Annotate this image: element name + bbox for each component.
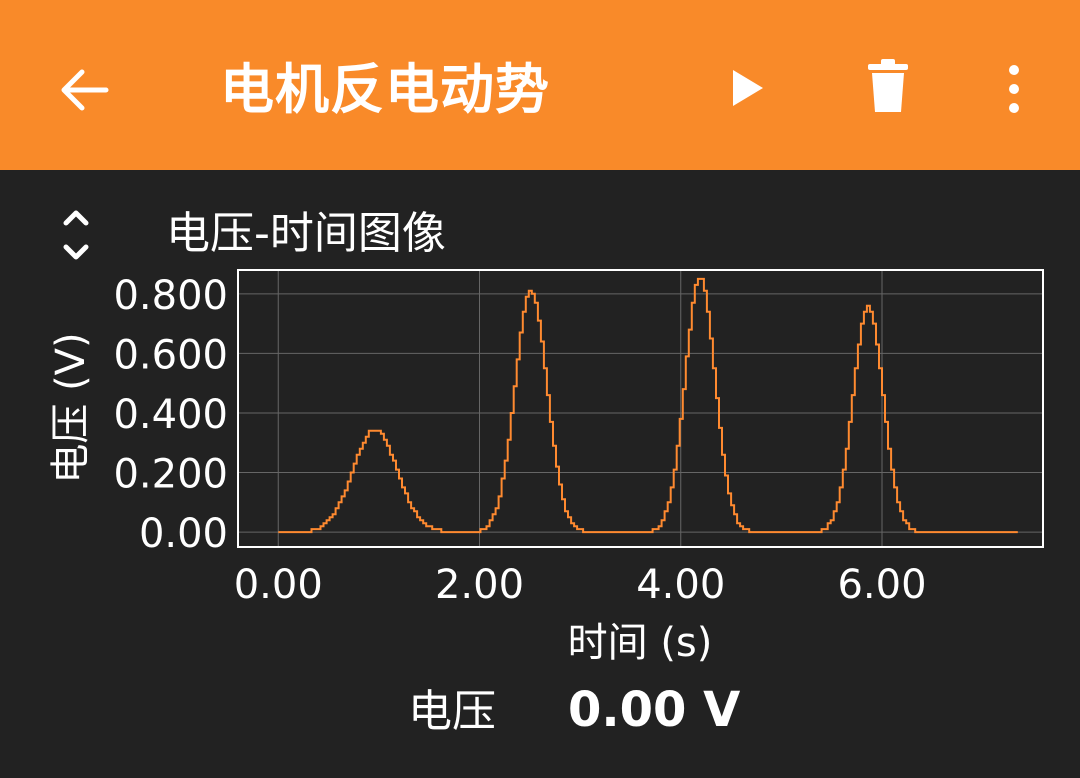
x-tick-label: 2.00 — [435, 562, 524, 608]
chart-grid — [238, 270, 1043, 547]
x-tick-label: 6.00 — [837, 562, 926, 608]
y-tick-label: 0.400 — [113, 392, 228, 438]
series-line — [278, 277, 1018, 534]
x-axis-label: 时间 (s) — [568, 620, 713, 666]
voltage-time-chart: 0.00 0.200 0.400 0.600 0.800 0.00 2.00 4.00 6.0… — [48, 269, 1044, 666]
y-tick-label: 0.200 — [113, 452, 228, 498]
y-tick-label: 0.800 — [113, 273, 228, 319]
x-tick-label: 4.00 — [636, 562, 725, 608]
y-tick-label: 0.600 — [113, 332, 228, 378]
y-tick-label: 0.00 — [139, 511, 228, 557]
reading-label: 电压 — [408, 686, 496, 737]
y-axis-label: 电压 (V) — [48, 332, 94, 483]
x-tick-labels: 0.00 2.00 4.00 6.00 — [234, 562, 927, 608]
plot-frame — [237, 269, 1044, 548]
reading-value: 0.00 V — [568, 682, 741, 738]
x-tick-label: 0.00 — [234, 562, 323, 608]
y-tick-labels: 0.00 0.200 0.400 0.600 0.800 — [113, 273, 228, 557]
